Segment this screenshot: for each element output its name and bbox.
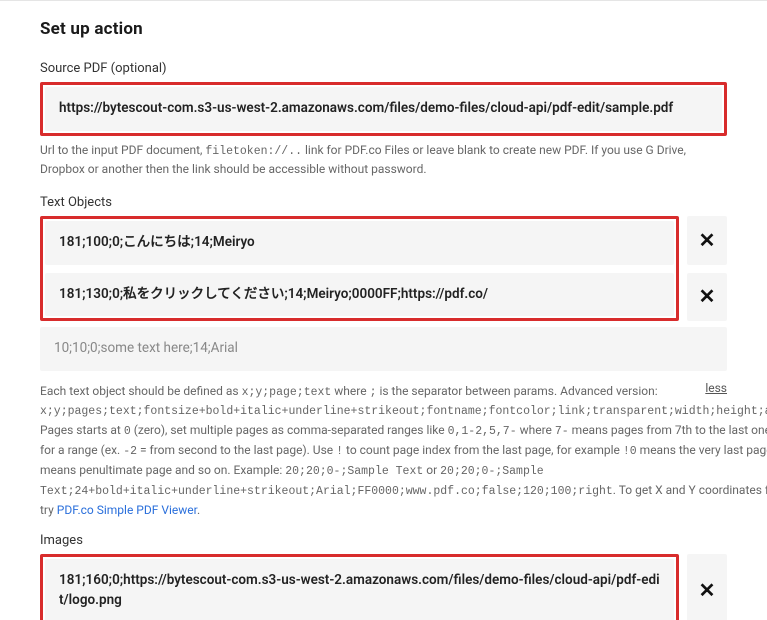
images-group: Images 181;160;0;https://bytescout-com.s… xyxy=(40,533,727,620)
source-pdf-group: Source PDF (optional) https://bytescout-… xyxy=(40,61,727,179)
text-object-placeholder-input[interactable]: 10;10;0;some text here;14;Arial xyxy=(40,327,727,371)
remove-text-object-2[interactable]: ✕ xyxy=(687,273,727,322)
source-pdf-label: Source PDF (optional) xyxy=(40,61,727,76)
text-object-input-1[interactable]: 181;100;0;こんにちは;14;Meiryo xyxy=(45,221,674,265)
source-pdf-helper: Url to the input PDF document, filetoken… xyxy=(40,141,727,179)
images-label: Images xyxy=(40,533,727,548)
close-icon: ✕ xyxy=(699,228,716,253)
text-objects-label: Text Objects xyxy=(40,195,112,210)
less-toggle[interactable]: less xyxy=(705,381,727,395)
pdf-viewer-link[interactable]: PDF.co Simple PDF Viewer xyxy=(57,503,197,517)
text-object-input-2[interactable]: 181;130;0;私をクリックしてください;14;Meiryo;0000FF;… xyxy=(45,273,674,317)
close-icon: ✕ xyxy=(699,284,716,309)
close-icon: ✕ xyxy=(699,578,716,603)
text-objects-helper: Each text object should be defined as x;… xyxy=(40,382,767,519)
remove-text-object-1[interactable]: ✕ xyxy=(687,216,727,265)
text-objects-group: Text Objects 181;100;0;こんにちは;14;Meiryo 1… xyxy=(40,195,727,519)
page-title: Set up action xyxy=(40,19,727,39)
image-input-1[interactable]: 181;160;0;https://bytescout-com.s3-us-we… xyxy=(45,559,674,620)
remove-image-1[interactable]: ✕ xyxy=(687,554,727,620)
source-pdf-input[interactable]: https://bytescout-com.s3-us-west-2.amazo… xyxy=(45,87,722,131)
